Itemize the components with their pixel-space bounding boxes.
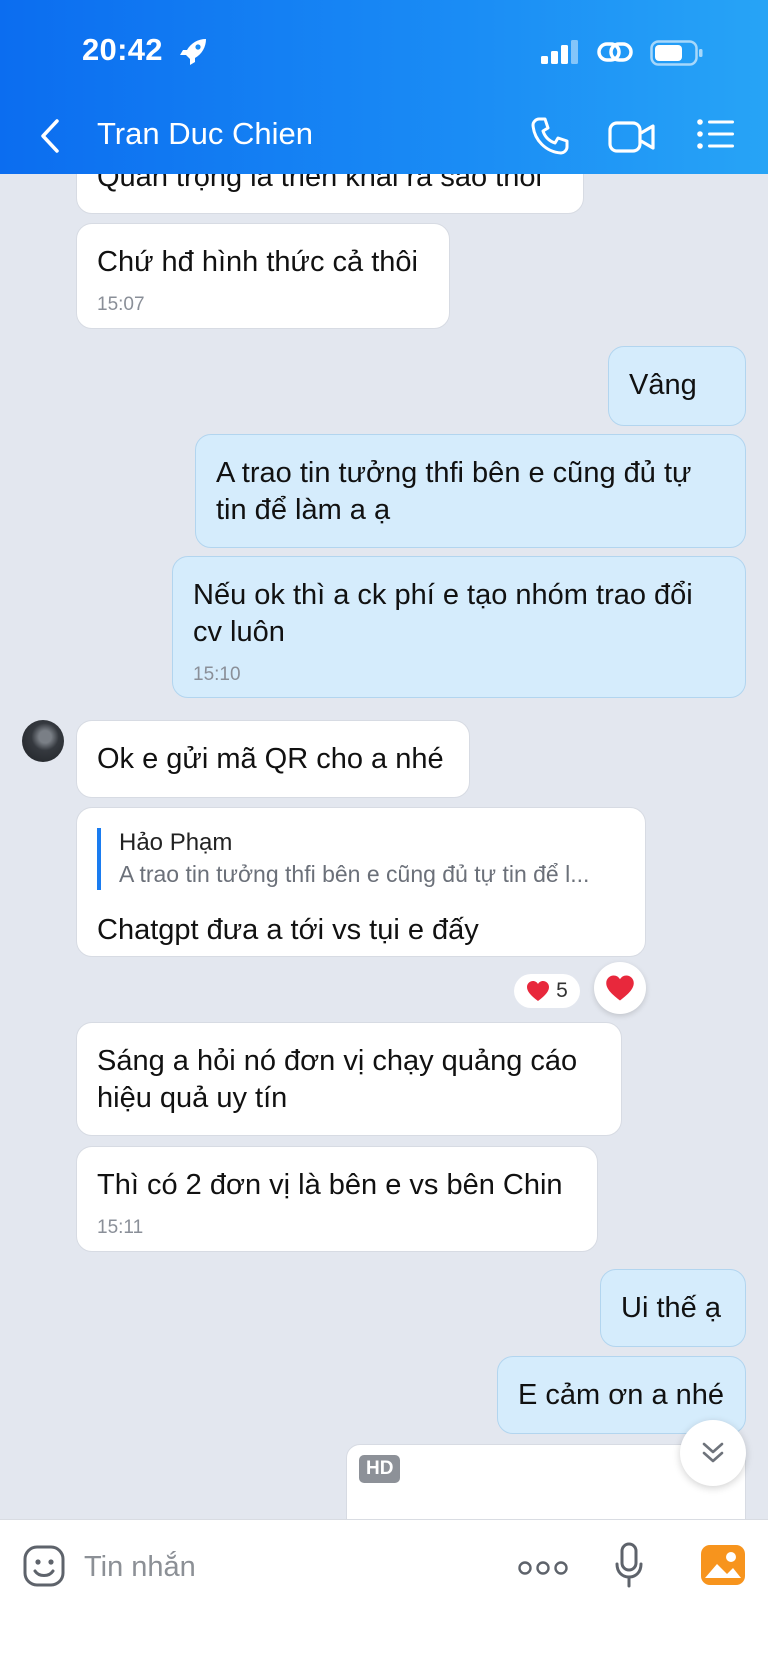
heart-icon xyxy=(527,981,550,1001)
message-text: A trao tin tưởng thfi bên e cũng đủ tự t… xyxy=(216,457,692,526)
message-bubble-incoming[interactable]: Quan trọng là triển khai ra sao thôi xyxy=(76,174,584,214)
menu-list-icon[interactable] xyxy=(696,117,736,156)
message-composer xyxy=(0,1519,768,1665)
reaction-summary[interactable]: 5 xyxy=(514,974,580,1008)
message-input[interactable] xyxy=(84,1544,464,1590)
message-text: Nếu ok thì a ck phí e tạo nhóm trao đổi … xyxy=(193,579,693,648)
message-text: Vâng xyxy=(629,369,697,401)
scroll-to-bottom-button[interactable] xyxy=(680,1420,746,1486)
message-bubble-incoming[interactable]: Thì có 2 đơn vị là bên e vs bên Chin 15:… xyxy=(76,1146,598,1252)
chat-header: 20:42 Tran Duc Chien xyxy=(0,0,768,174)
message-text: Thì có 2 đơn vị là bên e vs bên Chin xyxy=(97,1169,563,1201)
rocket-icon xyxy=(178,38,208,71)
back-icon[interactable] xyxy=(38,118,62,159)
message-text: Quan trọng là triển khai ra sao thôi xyxy=(97,174,542,193)
quoted-message[interactable]: Hảo Phạm A trao tin tưởng thfi bên e cũn… xyxy=(97,828,625,890)
message-text: Ok e gửi mã QR cho a nhé xyxy=(97,743,444,775)
heart-icon xyxy=(606,975,634,1001)
contact-name[interactable]: Tran Duc Chien xyxy=(97,116,313,152)
video-call-icon[interactable] xyxy=(608,119,656,160)
more-options-icon[interactable] xyxy=(518,1560,568,1581)
message-text: Chứ hđ hình thức cả thôi xyxy=(97,246,418,278)
personal-hotspot-icon xyxy=(596,38,634,71)
status-time: 20:42 xyxy=(82,32,163,67)
quoted-text: A trao tin tưởng thfi bên e cũng đủ tự t… xyxy=(119,861,590,887)
message-bubble-outgoing[interactable]: Vâng xyxy=(608,346,746,426)
reaction-count: 5 xyxy=(556,979,568,1002)
message-bubble-outgoing[interactable]: Ui thế ạ xyxy=(600,1269,746,1347)
message-bubble-reply[interactable]: Hảo Phạm A trao tin tưởng thfi bên e cũn… xyxy=(76,807,646,957)
message-text: E cảm ơn a nhé xyxy=(518,1379,725,1411)
phone-call-icon[interactable] xyxy=(530,116,570,161)
cellular-signal-icon xyxy=(541,40,581,69)
message-text: Sáng a hỏi nó đơn vị chạy quảng cáo hiệu… xyxy=(97,1045,578,1114)
message-bubble-incoming[interactable]: Sáng a hỏi nó đơn vị chạy quảng cáo hiệu… xyxy=(76,1022,622,1136)
message-bubble-incoming[interactable]: Ok e gửi mã QR cho a nhé xyxy=(76,720,470,798)
message-time: 15:07 xyxy=(97,294,145,315)
sticker-icon[interactable] xyxy=(22,1544,66,1593)
message-bubble-incoming[interactable]: Chứ hđ hình thức cả thôi 15:07 xyxy=(76,223,450,329)
message-bubble-outgoing[interactable]: Nếu ok thì a ck phí e tạo nhóm trao đổi … xyxy=(172,556,746,698)
quoted-sender: Hảo Phạm xyxy=(119,829,233,856)
avatar[interactable] xyxy=(22,720,64,762)
message-list[interactable]: Quan trọng là triển khai ra sao thôi Chứ… xyxy=(0,174,768,1519)
microphone-icon[interactable] xyxy=(614,1542,644,1595)
gallery-icon[interactable] xyxy=(700,1544,746,1591)
battery-icon xyxy=(650,40,704,71)
message-time: 15:10 xyxy=(193,664,241,685)
message-time: 15:11 xyxy=(97,1217,144,1238)
react-button[interactable] xyxy=(594,962,646,1014)
message-text: Chatgpt đưa a tới vs tụi e đấy xyxy=(97,914,479,946)
message-text: Ui thế ạ xyxy=(621,1292,721,1324)
message-bubble-outgoing[interactable]: A trao tin tưởng thfi bên e cũng đủ tự t… xyxy=(195,434,746,548)
hd-badge: HD xyxy=(359,1455,401,1483)
double-chevron-down-icon xyxy=(702,1442,724,1463)
